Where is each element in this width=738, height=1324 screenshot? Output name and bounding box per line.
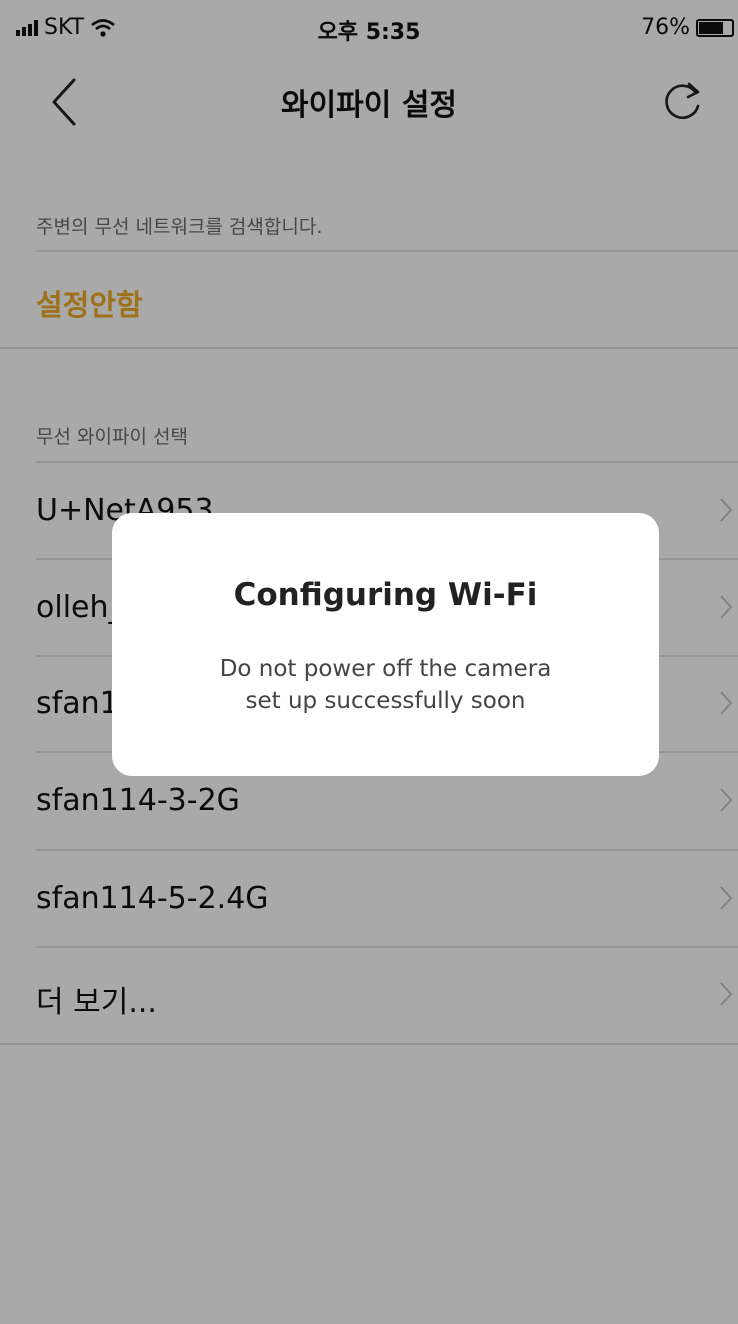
dialog-message: Do not power off the camera set up succe… [112,653,659,717]
configuring-wifi-dialog: Configuring Wi-Fi Do not power off the c… [112,513,659,776]
dialog-message-line: set up successfully soon [245,688,526,714]
wifi-settings-screen: SKT 오후 5:35 76% 와이파이 설정 주변의 무선 네트워크를 검색합… [0,0,738,1324]
dialog-title: Configuring Wi-Fi [233,577,538,613]
dialog-message-line: Do not power off the camera [219,656,552,682]
